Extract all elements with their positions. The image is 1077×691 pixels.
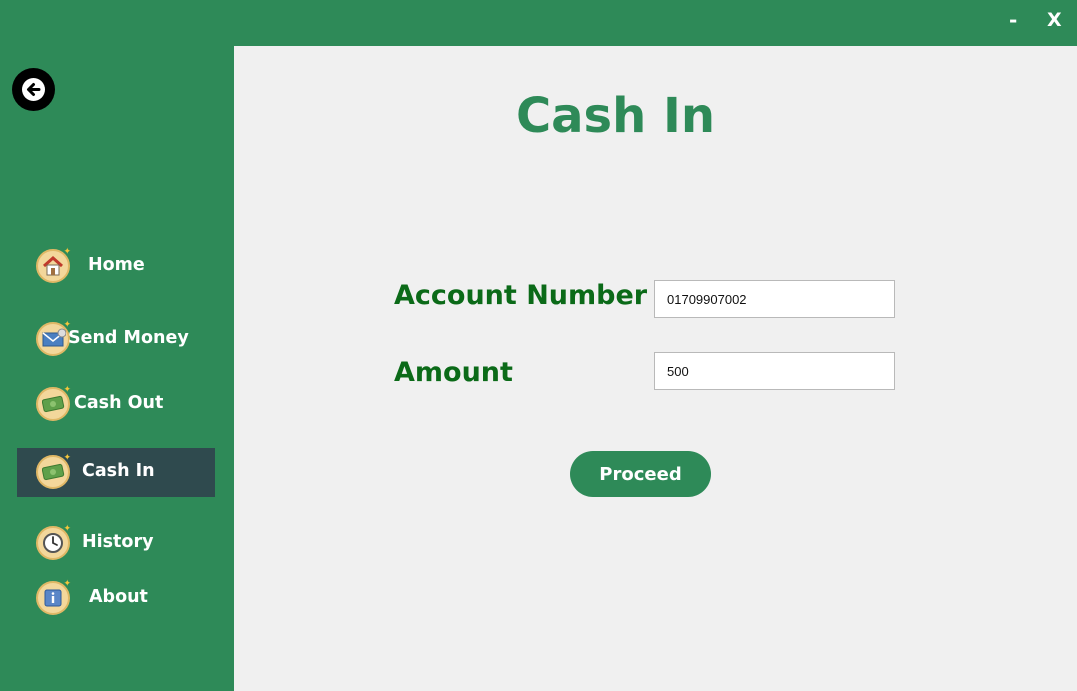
sidebar-item-history[interactable]: ✦ History [17, 519, 215, 568]
home-icon: ✦ [36, 247, 71, 283]
sidebar-item-home[interactable]: ✦ Home [17, 242, 215, 291]
clock-icon: ✦ [36, 524, 71, 560]
page-title: Cash In [515, 88, 716, 144]
title-bar: - X [0, 0, 1077, 46]
envelope-icon: ✦ [36, 320, 71, 356]
sidebar-item-label: About [89, 587, 148, 607]
arrow-left-icon [22, 78, 45, 101]
amount-field[interactable] [654, 352, 895, 390]
sidebar-item-cash-out[interactable]: ✦ Cash Out [17, 380, 215, 429]
money-icon: ✦ [36, 385, 71, 421]
sidebar-item-about[interactable]: ✦ About [17, 574, 215, 623]
sidebar-item-label: History [82, 532, 154, 552]
proceed-button[interactable]: Proceed [570, 451, 711, 497]
sidebar-item-label: Cash Out [74, 393, 164, 413]
sidebar-item-label: Send Money [68, 328, 189, 348]
amount-label: Amount [394, 357, 513, 388]
close-button[interactable]: X [1047, 9, 1062, 31]
back-button[interactable] [12, 68, 55, 111]
account-number-field[interactable] [654, 280, 895, 318]
sidebar-item-cash-in[interactable]: ✦ Cash In [17, 448, 215, 497]
account-number-label: Account Number [394, 280, 648, 311]
main-panel: Cash In Account Number Amount Proceed [234, 46, 1077, 691]
minimize-button[interactable]: - [1009, 8, 1017, 32]
sidebar-item-label: Home [88, 255, 145, 275]
sidebar-item-send-money[interactable]: ✦ Send Money [17, 315, 215, 364]
sidebar: ✦ Home ✦ Send Money ✦ Cash Out ✦ Cash In… [0, 46, 234, 691]
info-icon: ✦ [36, 579, 71, 615]
money-icon: ✦ [36, 453, 71, 489]
sidebar-item-label: Cash In [82, 461, 155, 481]
